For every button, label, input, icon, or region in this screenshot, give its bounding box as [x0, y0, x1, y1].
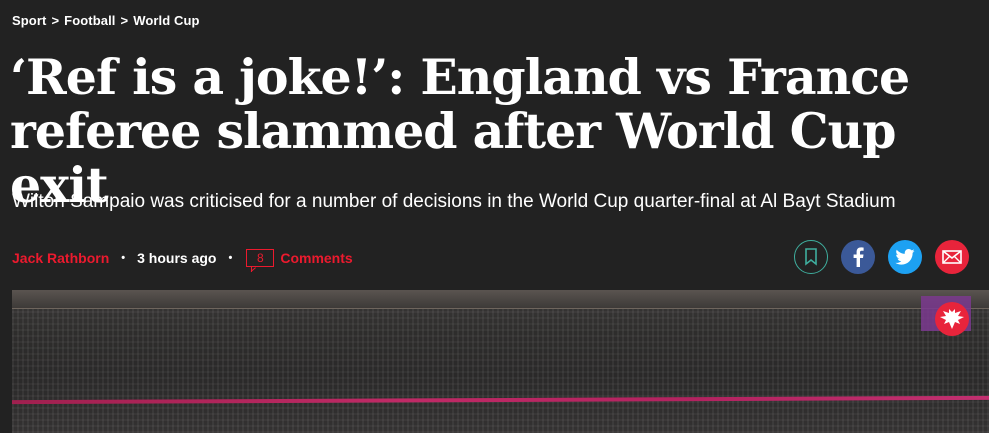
share-bar [794, 240, 969, 274]
publish-time: 3 hours ago [137, 250, 217, 266]
byline: Jack Rathborn • 3 hours ago • 8 Comments [12, 248, 353, 272]
email-share-button[interactable] [935, 240, 969, 274]
stadium-led-board [12, 395, 989, 405]
twitter-share-button[interactable] [888, 240, 922, 274]
bookmark-icon [805, 248, 817, 266]
byline-separator: • [121, 252, 126, 264]
stadium-roof-band [12, 290, 989, 309]
breadcrumb-separator: > [51, 13, 60, 28]
comment-count-badge: 8 [246, 249, 275, 272]
article-subtitle: Wilton Sampaio was criticised for a numb… [12, 191, 896, 212]
independent-eagle-logo [935, 302, 969, 336]
byline-separator: • [228, 252, 233, 264]
hero-image [12, 290, 989, 433]
headline-line-1: ‘Ref is a joke!’: England vs France [10, 48, 910, 106]
breadcrumb-world-cup[interactable]: World Cup [133, 13, 199, 28]
facebook-share-button[interactable] [841, 240, 875, 274]
bookmark-button[interactable] [794, 240, 828, 274]
breadcrumb-football[interactable]: Football [64, 13, 115, 28]
facebook-icon [853, 247, 864, 267]
breadcrumb-sport[interactable]: Sport [12, 13, 46, 28]
comments-label: Comments [280, 250, 353, 266]
author-link[interactable]: Jack Rathborn [12, 250, 109, 266]
eagle-icon [940, 309, 964, 329]
email-icon [942, 250, 962, 264]
twitter-icon [895, 249, 915, 265]
article-headline: ‘Ref is a joke!’: England vs France refe… [10, 50, 970, 212]
comments-link[interactable]: 8 Comments [246, 249, 353, 272]
breadcrumb-separator: > [120, 13, 129, 28]
breadcrumb: Sport > Football > World Cup [12, 13, 200, 28]
